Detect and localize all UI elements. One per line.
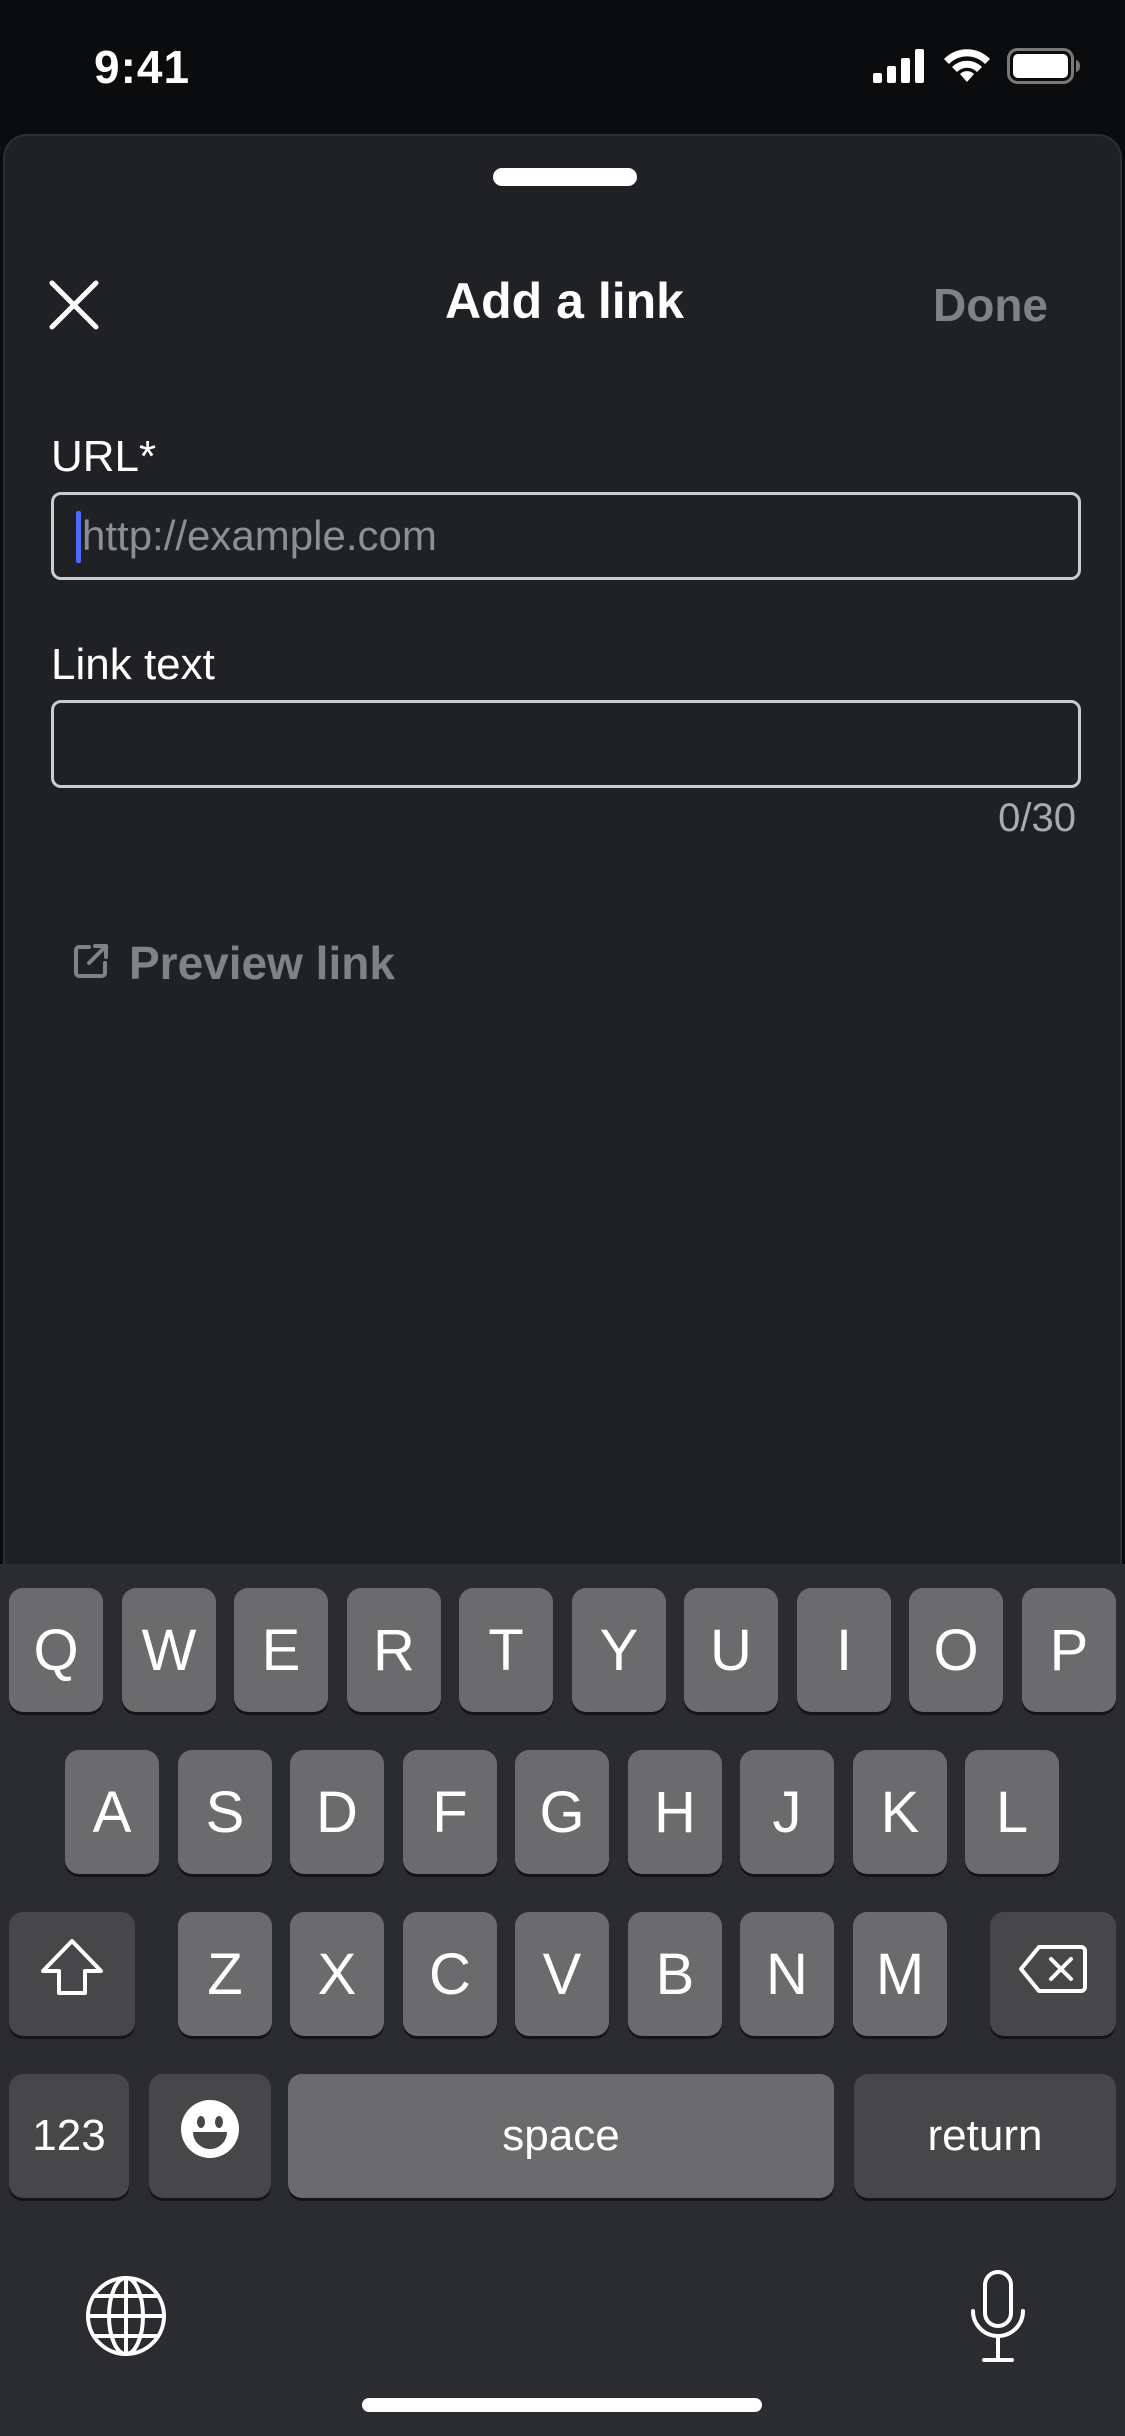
- key-v[interactable]: V: [515, 1912, 609, 2036]
- status-bar: 9:41: [0, 0, 1125, 132]
- link-text-input[interactable]: [76, 703, 1056, 785]
- key-u[interactable]: U: [684, 1588, 778, 1712]
- emoji-key[interactable]: [149, 2074, 271, 2198]
- key-y[interactable]: Y: [572, 1588, 666, 1712]
- key-w[interactable]: W: [122, 1588, 216, 1712]
- sheet-grabber[interactable]: [493, 168, 637, 186]
- shift-icon: [39, 1937, 105, 2011]
- return-key[interactable]: return: [854, 2074, 1116, 2198]
- key-r[interactable]: R: [347, 1588, 441, 1712]
- globe-button[interactable]: [80, 2272, 172, 2364]
- key-j[interactable]: J: [740, 1750, 834, 1874]
- status-time: 9:41: [94, 41, 191, 93]
- key-q[interactable]: Q: [9, 1588, 103, 1712]
- link-text-label: Link text: [51, 640, 215, 689]
- key-l[interactable]: L: [965, 1750, 1059, 1874]
- add-link-sheet: Add a link Done URL* Link text 0/30 Prev…: [3, 134, 1122, 1564]
- preview-link-label: Preview link: [129, 937, 395, 989]
- link-text-counter: 0/30: [998, 796, 1076, 840]
- text-caret: [76, 511, 81, 563]
- numbers-key[interactable]: 123: [9, 2074, 129, 2198]
- globe-icon: [84, 2274, 168, 2363]
- external-link-icon: [71, 941, 111, 986]
- home-indicator: [362, 2398, 762, 2412]
- key-e[interactable]: E: [234, 1588, 328, 1712]
- done-button[interactable]: Done: [933, 278, 1048, 332]
- status-icons: [873, 48, 1081, 89]
- key-n[interactable]: N: [740, 1912, 834, 2036]
- url-field-container: [51, 492, 1081, 580]
- key-g[interactable]: G: [515, 1750, 609, 1874]
- key-k[interactable]: K: [853, 1750, 947, 1874]
- key-h[interactable]: H: [628, 1750, 722, 1874]
- key-o[interactable]: O: [909, 1588, 1003, 1712]
- url-input[interactable]: [82, 495, 1062, 577]
- cellular-signal-icon: [873, 49, 927, 88]
- preview-link-button[interactable]: Preview link: [71, 936, 395, 990]
- key-s[interactable]: S: [178, 1750, 272, 1874]
- space-key[interactable]: space: [288, 2074, 834, 2198]
- key-f[interactable]: F: [403, 1750, 497, 1874]
- keyboard: Q W E R T Y U I O P A S D F G H J K L Z …: [0, 1564, 1125, 2436]
- key-x[interactable]: X: [290, 1912, 384, 2036]
- backspace-icon: [1019, 1941, 1087, 2008]
- screen: 9:41 Add a link Done URL* http://example…: [0, 0, 1125, 2436]
- key-i[interactable]: I: [797, 1588, 891, 1712]
- shift-key[interactable]: [9, 1912, 135, 2036]
- key-d[interactable]: D: [290, 1750, 384, 1874]
- battery-icon: [1007, 48, 1081, 89]
- key-p[interactable]: P: [1022, 1588, 1116, 1712]
- url-label: URL*: [51, 432, 157, 481]
- key-b[interactable]: B: [628, 1912, 722, 2036]
- microphone-button[interactable]: [952, 2264, 1044, 2374]
- wifi-icon: [943, 48, 991, 89]
- emoji-icon: [179, 2098, 241, 2174]
- key-a[interactable]: A: [65, 1750, 159, 1874]
- key-c[interactable]: C: [403, 1912, 497, 2036]
- key-z[interactable]: Z: [178, 1912, 272, 2036]
- key-t[interactable]: T: [459, 1588, 553, 1712]
- microphone-icon: [968, 2269, 1028, 2370]
- backspace-key[interactable]: [990, 1912, 1116, 2036]
- key-m[interactable]: M: [853, 1912, 947, 2036]
- link-text-field-container: [51, 700, 1081, 788]
